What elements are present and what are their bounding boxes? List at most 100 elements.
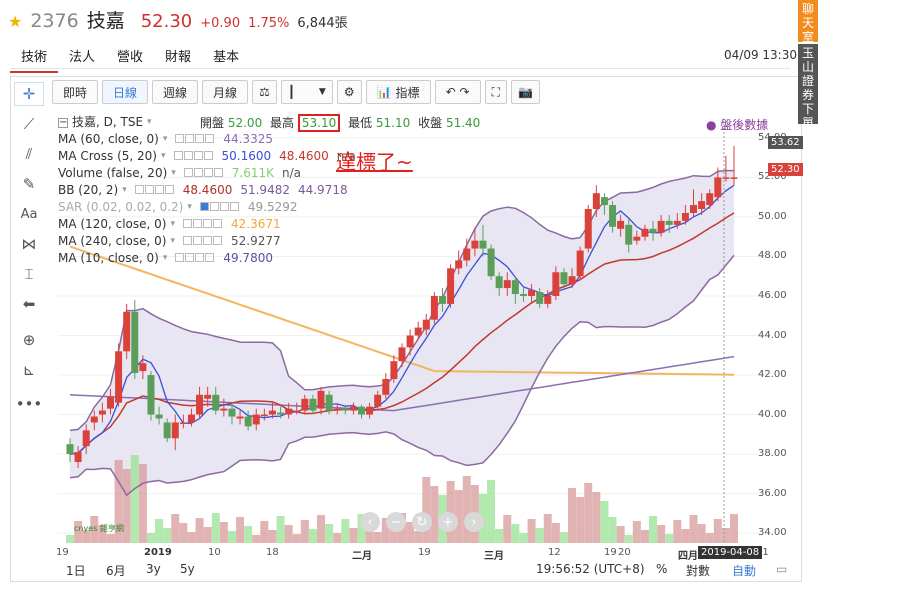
indicator-control-icons[interactable] bbox=[199, 199, 240, 216]
broker-order-button[interactable]: 玉山證券下單 bbox=[798, 44, 818, 130]
indicator-name[interactable]: SAR (0.02, 0.02, 0.2) bbox=[58, 199, 183, 216]
indicator-control-icons[interactable] bbox=[175, 250, 215, 267]
arrow-left-icon[interactable]: ⬅ bbox=[14, 292, 44, 316]
brush-icon[interactable]: ✎ bbox=[14, 172, 44, 196]
weekly-button[interactable]: 週線 bbox=[152, 80, 199, 104]
indicator-chevron-icon[interactable]: ▾ bbox=[187, 199, 192, 216]
scale-icon[interactable]: ⚖ bbox=[252, 80, 277, 104]
volume-bar bbox=[163, 528, 172, 543]
candle-body bbox=[438, 295, 446, 304]
chat-room-button[interactable]: 聊天室 bbox=[798, 0, 818, 44]
candle bbox=[576, 246, 584, 281]
indicator-name[interactable]: MA (120, close, 0) bbox=[58, 216, 166, 233]
x-tick-label: 20 bbox=[618, 547, 631, 558]
trend-line-icon[interactable]: ⟋ bbox=[14, 112, 44, 136]
candle-type-icon[interactable]: ┃ ▼ bbox=[280, 80, 333, 104]
indicator-control-icons[interactable] bbox=[175, 131, 215, 148]
legend-row: BB (20, 2) ▾ 48.4600 51.9482 44.9718 bbox=[58, 182, 360, 199]
after-hours-label[interactable]: ● 盤後數據 bbox=[706, 116, 768, 133]
indicator-name[interactable]: BB (20, 2) bbox=[58, 182, 118, 199]
candle bbox=[447, 264, 455, 308]
candle-body bbox=[463, 248, 471, 261]
zoom-in-icon[interactable]: ⊕ bbox=[14, 328, 44, 352]
reset-icon[interactable]: ↻ bbox=[412, 512, 432, 532]
scroll-left-icon[interactable]: ‹ bbox=[360, 512, 380, 532]
indicator-control-icons[interactable] bbox=[182, 233, 223, 250]
monthly-button[interactable]: 月線 bbox=[202, 80, 249, 104]
fib-fan-icon[interactable]: ⫽ bbox=[14, 142, 44, 166]
candle bbox=[390, 355, 398, 383]
indicator-control-icons[interactable] bbox=[183, 165, 224, 182]
camera-icon[interactable]: 📷 bbox=[510, 80, 540, 104]
last-price-tag: 52.30 bbox=[768, 163, 803, 176]
indicator-control-icons[interactable] bbox=[134, 182, 175, 199]
scroll-right-icon[interactable]: › bbox=[464, 512, 484, 532]
zoom-controls: ‹ − ↻ + › bbox=[360, 512, 484, 532]
legend-chevron-icon[interactable]: ▾ bbox=[147, 114, 152, 131]
more-options-icon[interactable]: ••• bbox=[14, 392, 44, 416]
indicator-chevron-icon[interactable]: ▾ bbox=[171, 165, 176, 182]
y-tick-label: 44.00 bbox=[758, 329, 787, 341]
settings-small-icon[interactable]: ▭ bbox=[776, 562, 787, 576]
indicator-name[interactable]: Volume (false, 20) bbox=[58, 165, 167, 182]
tab-divider bbox=[10, 68, 790, 69]
measure-icon[interactable]: ⊾ bbox=[14, 358, 44, 382]
legend-row: MA (240, close, 0) ▾ 52.9277 bbox=[58, 233, 360, 250]
indicators-button[interactable]: 📊 指標 bbox=[365, 80, 431, 104]
indicator-value: n/a bbox=[282, 166, 302, 180]
volume-bar bbox=[187, 532, 196, 543]
text-tool-icon[interactable]: Aa bbox=[14, 202, 44, 226]
symbol-title: 技嘉, D, TSE bbox=[72, 115, 144, 129]
indicator-control-icons[interactable] bbox=[182, 216, 223, 233]
indicator-name[interactable]: MA (10, close, 0) bbox=[58, 250, 159, 267]
indicator-name[interactable]: MA (240, close, 0) bbox=[58, 233, 166, 250]
percent-toggle[interactable]: % bbox=[656, 562, 667, 576]
candle-body bbox=[163, 422, 171, 439]
zoom-in-button-icon[interactable]: + bbox=[438, 512, 458, 532]
range-6m[interactable]: 6月 bbox=[106, 562, 126, 579]
zoom-out-icon[interactable]: − bbox=[386, 512, 406, 532]
range-1d[interactable]: 1日 bbox=[66, 562, 86, 579]
settings-gear-icon[interactable]: ⚙ bbox=[336, 80, 362, 104]
auto-scale-toggle[interactable]: 自動 bbox=[732, 562, 756, 579]
indicator-chevron-icon[interactable]: ▾ bbox=[170, 233, 175, 250]
volume-bar bbox=[341, 519, 350, 543]
candle-body bbox=[179, 422, 187, 424]
range-5y[interactable]: 5y bbox=[180, 562, 195, 576]
daily-button[interactable]: 日線 bbox=[102, 80, 149, 104]
indicator-chevron-icon[interactable]: ▾ bbox=[163, 131, 168, 148]
favorite-star-icon[interactable]: ★ bbox=[8, 12, 22, 31]
range-3y[interactable]: 3y bbox=[146, 562, 161, 576]
candle bbox=[584, 205, 592, 253]
volume-bar bbox=[535, 528, 544, 543]
candle-body bbox=[649, 228, 657, 233]
indicator-chevron-icon[interactable]: ▾ bbox=[122, 182, 127, 199]
candle-body bbox=[277, 412, 285, 415]
pattern-icon[interactable]: ⋈ bbox=[14, 232, 44, 256]
fullscreen-icon[interactable]: ⛶ bbox=[484, 80, 507, 104]
indicator-chevron-icon[interactable]: ▾ bbox=[170, 216, 175, 233]
time-axis[interactable]: 19 2019 10 18 二月 19 三月 12 19 20 四月 11 bbox=[56, 546, 769, 562]
candle-body bbox=[325, 394, 333, 411]
legend-row: MA (120, close, 0) ▾ 42.3671 bbox=[58, 216, 360, 233]
candle-body bbox=[544, 295, 552, 304]
clock-time: 19:56:52 (UTC+8) bbox=[536, 562, 645, 576]
candle-body bbox=[139, 363, 147, 372]
indicator-chevron-icon[interactable]: ▾ bbox=[163, 250, 168, 267]
fib-retracement-icon[interactable]: ⌶ bbox=[14, 262, 44, 286]
intraday-button[interactable]: 即時 bbox=[52, 80, 99, 104]
indicator-chevron-icon[interactable]: ▾ bbox=[161, 148, 166, 165]
indicator-name[interactable]: MA (60, close, 0) bbox=[58, 131, 159, 148]
candle-body bbox=[333, 408, 341, 411]
indicator-name[interactable]: MA Cross (5, 20) bbox=[58, 148, 157, 165]
low-value: 51.10 bbox=[375, 116, 411, 130]
indicator-control-icons[interactable] bbox=[173, 148, 214, 165]
log-toggle[interactable]: 對數 bbox=[686, 562, 710, 579]
x-tick-label: 2019 bbox=[144, 547, 172, 558]
crosshair-icon[interactable]: ✛ bbox=[14, 82, 44, 106]
volume-bar bbox=[600, 501, 609, 543]
candle-body bbox=[584, 209, 592, 249]
volume-bar bbox=[252, 535, 261, 543]
collapse-icon[interactable]: − bbox=[58, 117, 68, 128]
undo-redo-icons[interactable]: ↶ ↷ bbox=[434, 80, 481, 104]
